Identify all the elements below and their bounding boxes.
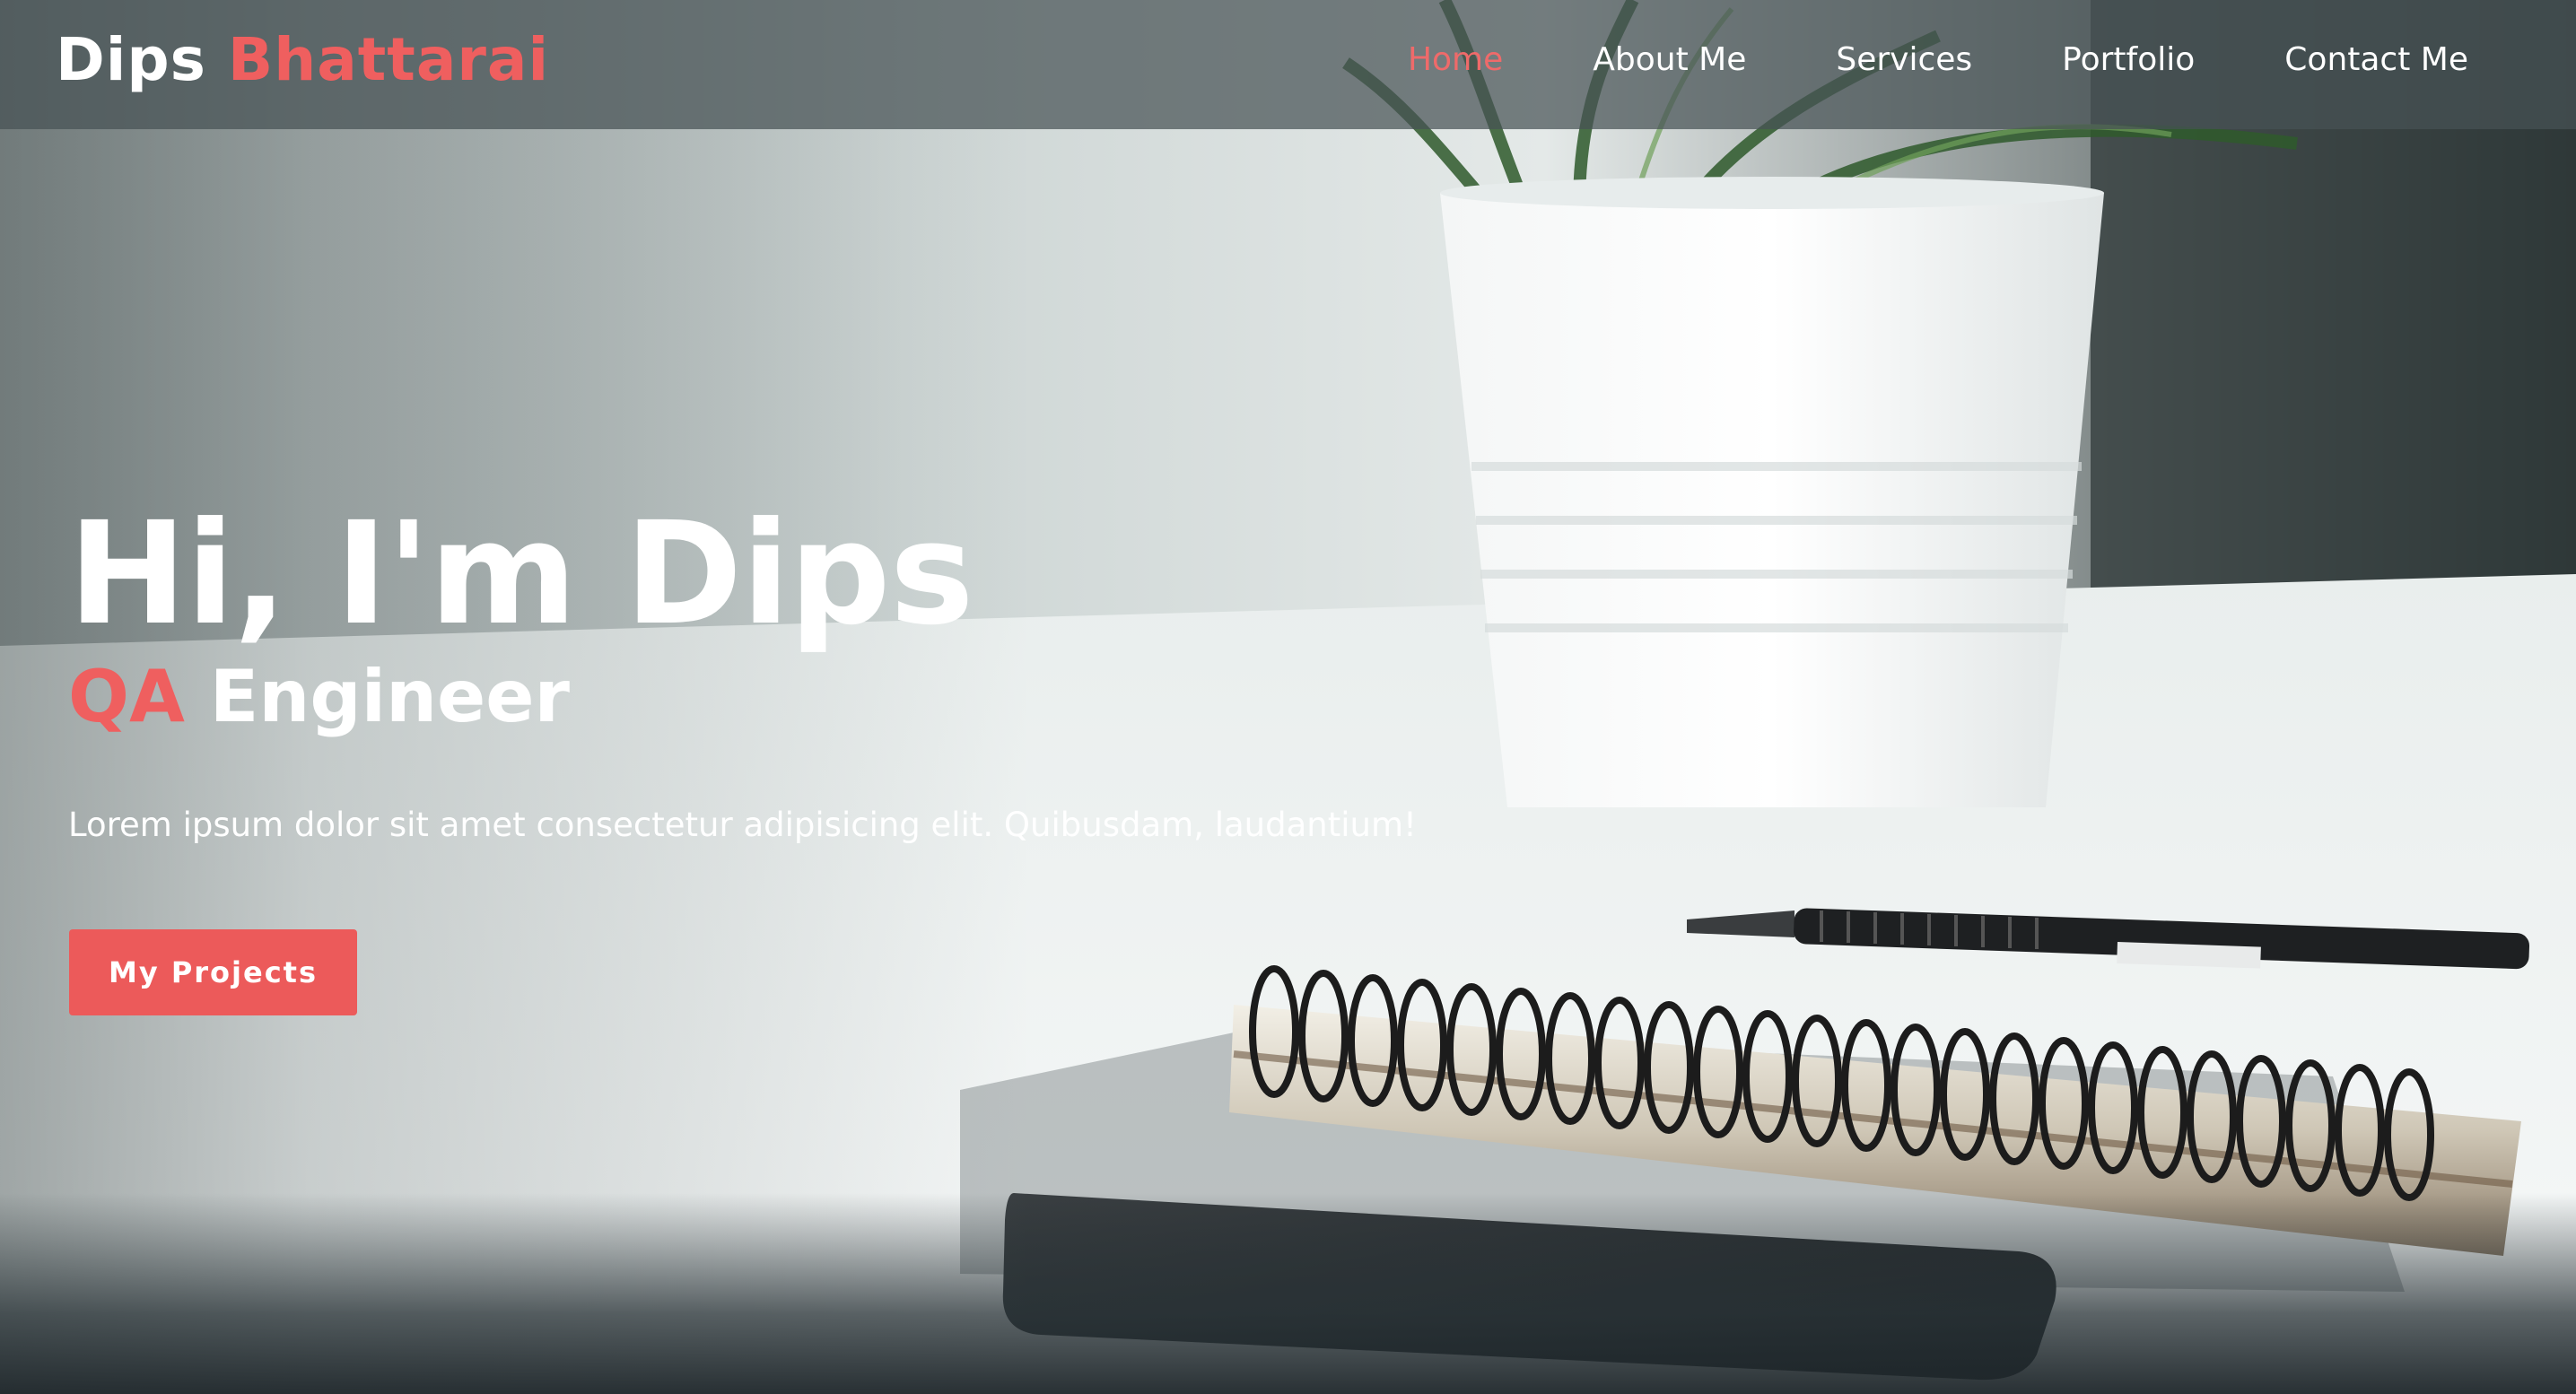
brand-logo[interactable]: Dips Bhattarai — [56, 25, 549, 94]
hero-bottom-fade — [0, 1193, 2576, 1394]
nav-menu: Home About Me Services Portfolio Contact… — [1408, 41, 2468, 78]
brand-first-name: Dips — [56, 25, 206, 94]
hero-title: Hi, I'm Dips — [68, 492, 974, 657]
nav-link-contact[interactable]: Contact Me — [2284, 41, 2468, 78]
top-navbar: Dips Bhattarai Home About Me Services Po… — [0, 0, 2576, 129]
hero-role: QA Engineer — [68, 655, 570, 738]
hero-section: Dips Bhattarai Home About Me Services Po… — [0, 0, 2576, 1394]
my-projects-button[interactable]: My Projects — [69, 929, 357, 1015]
nav-item-about: About Me — [1593, 41, 1746, 78]
brand-last-name: Bhattarai — [227, 25, 550, 94]
hero-role-accent: QA — [68, 655, 185, 738]
nav-link-about[interactable]: About Me — [1593, 41, 1746, 78]
hero-description: Lorem ipsum dolor sit amet consectetur a… — [68, 806, 1417, 844]
nav-item-home: Home — [1408, 41, 1503, 78]
nav-link-services[interactable]: Services — [1836, 41, 1972, 78]
nav-link-home[interactable]: Home — [1408, 41, 1503, 78]
nav-link-portfolio[interactable]: Portfolio — [2062, 41, 2195, 78]
nav-item-contact: Contact Me — [2284, 41, 2468, 78]
nav-item-portfolio: Portfolio — [2062, 41, 2195, 78]
hero-role-rest: Engineer — [209, 655, 570, 738]
nav-item-services: Services — [1836, 41, 1972, 78]
